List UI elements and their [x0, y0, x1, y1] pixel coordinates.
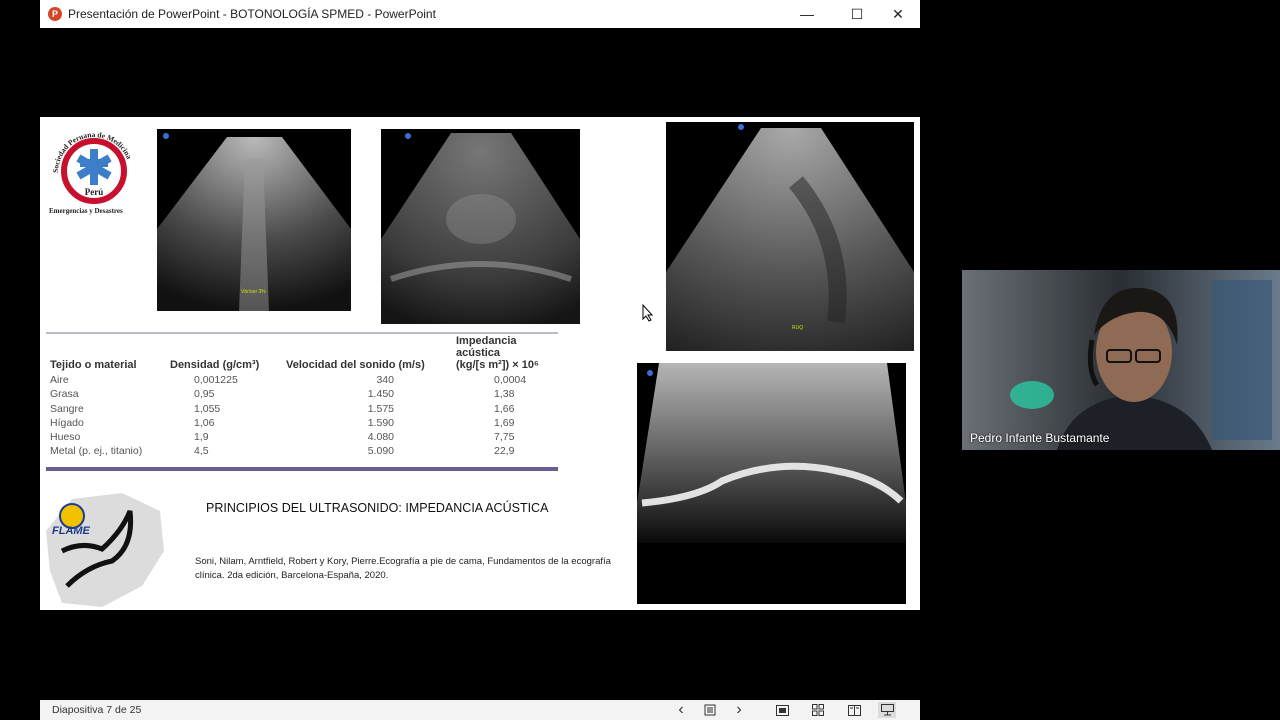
- table-row: Metal (p. ej., titanio) 4,5 5.090 22,9: [50, 445, 515, 458]
- slide-reference: Soni, Nilam, Arntfield, Robert y Kory, P…: [195, 556, 611, 581]
- slide-title: PRINCIPIOS DEL ULTRASONIDO: IMPEDANCIA A…: [206, 501, 549, 515]
- previous-slide-button[interactable]: ‹: [672, 701, 690, 718]
- table-row: Aire 0,001225 340 0,0004: [50, 374, 527, 386]
- table-row: Hueso 1,9 4.080 7,75: [50, 431, 515, 444]
- mouse-cursor-icon: [642, 304, 654, 322]
- slide-menu-button[interactable]: [701, 702, 719, 718]
- chevron-left-icon: ‹: [678, 701, 684, 718]
- title-bar[interactable]: P Presentación de PowerPoint - BOTONOLOG…: [40, 0, 920, 28]
- acoustic-impedance-table: Tejido o material Densidad (g/cm³) Veloc…: [46, 333, 558, 459]
- reading-view-button[interactable]: [845, 702, 863, 718]
- slide-counter: Diapositiva 7 de 25: [52, 704, 142, 716]
- close-icon: ✕: [892, 5, 904, 22]
- column-header: Densidad (g/cm³): [170, 359, 260, 371]
- powerpoint-window: P Presentación de PowerPoint - BOTONOLOG…: [40, 0, 920, 720]
- powerpoint-app-icon: P: [48, 7, 62, 21]
- ultrasound-image-ruq: RUQ: [666, 122, 914, 351]
- table-row: Sangre 1,055 1.575 1,66: [50, 402, 515, 415]
- ultrasound-image-bone: [637, 363, 906, 604]
- spmed-logo: Sociedad Peruana de Medicina Perú: [51, 130, 134, 204]
- status-bar: Diapositiva 7 de 25 ‹ ›: [40, 700, 920, 720]
- book-icon: [847, 704, 861, 716]
- normal-view-button[interactable]: [773, 702, 791, 718]
- table-row: Hígado 1,06 1.590 1,69: [50, 416, 515, 429]
- normal-view-icon: [775, 704, 789, 716]
- column-header: Velocidad del sonido (m/s): [286, 359, 425, 371]
- close-button[interactable]: ✕: [878, 0, 918, 28]
- maximize-icon: ☐: [850, 5, 864, 22]
- flame-logo-text: FLAME: [52, 525, 90, 537]
- chevron-right-icon: ›: [736, 701, 742, 718]
- ultrasound-label: Vbr/ser 3%: [241, 289, 266, 295]
- participant-video-tile[interactable]: Pedro Infante Bustamante: [962, 270, 1280, 450]
- slide-sorter-button[interactable]: [809, 702, 827, 718]
- table-header-row: Tejido o material Densidad (g/cm³) Veloc…: [46, 333, 558, 373]
- current-slide[interactable]: Sociedad Peruana de Medicina Perú Emerge…: [40, 117, 920, 610]
- ultrasound-label: RUQ: [792, 325, 804, 331]
- next-slide-button[interactable]: ›: [730, 701, 748, 718]
- table-row: Grasa 0,95 1.450 1,38: [50, 388, 515, 401]
- list-icon: [704, 704, 716, 716]
- participant-name: Pedro Infante Bustamante: [970, 431, 1110, 445]
- maximize-button[interactable]: ☐: [837, 0, 877, 28]
- column-header: Impedancia acústica (kg/[s m²]) × 10⁶: [456, 335, 539, 371]
- table-bottom-rule: [46, 467, 558, 471]
- svg-text:Perú: Perú: [85, 187, 104, 197]
- grid-icon: [812, 704, 824, 716]
- presenter-icon: [880, 704, 894, 716]
- ultrasound-image-abdominal: [381, 129, 580, 324]
- slideshow-view-button[interactable]: [878, 702, 896, 718]
- minimize-icon: —: [800, 6, 814, 22]
- column-header: Tejido o material: [50, 359, 137, 371]
- minimize-button[interactable]: —: [787, 0, 827, 28]
- ultrasound-image-lung: Vbr/ser 3%: [157, 129, 351, 311]
- flame-logo: [46, 493, 164, 607]
- spmed-logo-caption: Emergencias y Desastres: [49, 207, 123, 215]
- participant-video-feed: [962, 270, 1280, 450]
- window-title: Presentación de PowerPoint - BOTONOLOGÍA…: [68, 7, 436, 21]
